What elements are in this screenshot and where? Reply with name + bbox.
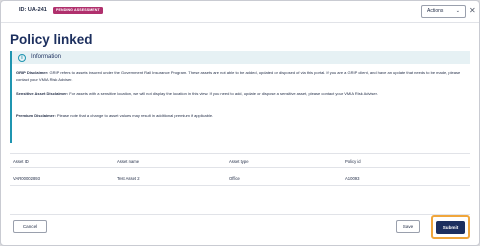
premium-disclaimer-text: Please note that a change to asset value… xyxy=(55,113,214,118)
column-header-asset-name[interactable]: Asset name xyxy=(117,159,139,164)
column-header-policy-id[interactable]: Policy id xyxy=(345,159,361,164)
cell-asset-id: VAR00002893 xyxy=(13,175,40,181)
submit-highlight: Submit xyxy=(431,215,470,239)
cancel-button[interactable]: Cancel xyxy=(13,220,47,233)
premium-disclaimer-label: Premium Disclaimer: xyxy=(16,113,56,118)
modal-footer: Cancel Save Submit xyxy=(10,214,470,240)
premium-disclaimer: Premium Disclaimer: Please note that a c… xyxy=(16,113,468,120)
actions-label: Actions xyxy=(427,8,444,14)
policy-modal: ID: UA-241 PENDING ASSESSMENT Actions ⌄ … xyxy=(0,0,480,246)
column-header-asset-id[interactable]: Asset ID xyxy=(13,159,29,164)
information-panel: i Information GRIP Disclaimer: GRIP refe… xyxy=(10,51,470,143)
save-button[interactable]: Save xyxy=(396,220,420,233)
info-icon: i xyxy=(18,53,26,62)
cell-asset-type: Office xyxy=(229,175,240,181)
grip-disclaimer: GRIP Disclaimer: GRIP refers to assets i… xyxy=(16,70,468,84)
actions-dropdown[interactable]: Actions ⌄ xyxy=(421,5,466,18)
column-header-asset-type[interactable]: Asset type xyxy=(229,159,249,164)
information-title: Information xyxy=(31,54,62,60)
sensitive-disclaimer-label: Sensitive Asset Disclaimer: xyxy=(16,91,69,96)
grip-disclaimer-text: GRIP refers to assets insured under the … xyxy=(16,70,461,82)
grip-disclaimer-label: GRIP Disclaimer: xyxy=(16,70,49,75)
modal-header: ID: UA-241 PENDING ASSESSMENT Actions ⌄ … xyxy=(1,1,479,21)
submit-button[interactable]: Submit xyxy=(436,220,465,234)
sensitive-asset-disclaimer: Sensitive Asset Disclaimer: For assets w… xyxy=(16,91,468,98)
status-badge: PENDING ASSESSMENT xyxy=(53,6,103,14)
header-divider xyxy=(1,22,479,23)
record-id: ID: UA-241 xyxy=(19,7,47,13)
linked-assets-table: Asset ID Asset name Asset type Policy id… xyxy=(10,153,470,194)
sensitive-disclaimer-text: For assets with a sensitive location, we… xyxy=(68,91,378,96)
cell-asset-name: Test Asset 2 xyxy=(117,175,140,181)
table-header-row: Asset ID Asset name Asset type Policy id xyxy=(10,153,470,168)
close-icon[interactable]: ✕ xyxy=(469,5,476,17)
chevron-down-icon: ⌄ xyxy=(455,8,460,14)
table-row[interactable]: VAR00002893 Test Asset 2 Office A10093 xyxy=(10,171,470,186)
cell-policy-id: A10093 xyxy=(345,175,360,181)
information-header: i Information xyxy=(12,51,470,64)
page-title: Policy linked xyxy=(10,32,93,47)
